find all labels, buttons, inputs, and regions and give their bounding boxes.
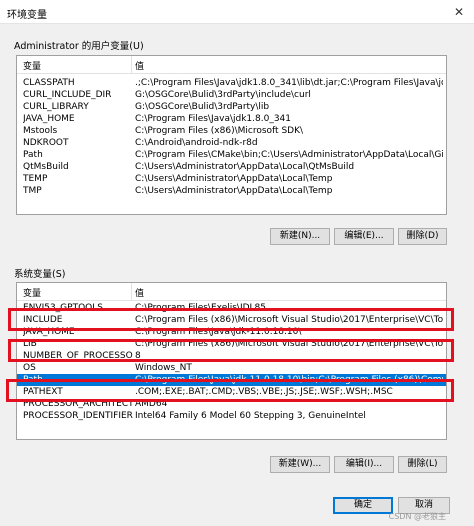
user-edit-button[interactable]: 编辑(E)... (334, 228, 394, 245)
watermark: CSDN @老狼主 (388, 512, 446, 521)
header-val[interactable]: 值 (135, 59, 144, 72)
close-icon[interactable]: ✕ (444, 0, 474, 24)
system-edit-button[interactable]: 编辑(I)... (334, 456, 394, 473)
table-row[interactable]: PROCESSOR_IDENTIFIER Intel64 Family 6 Mod… (17, 410, 446, 422)
user-new-button[interactable]: 新建(N)... (270, 228, 330, 245)
system-delete-button[interactable]: 删除(L) (398, 456, 447, 473)
header-val[interactable]: 值 (135, 286, 144, 299)
table-row[interactable]: CLASSPATH .;C:\Program Files\Java\jdk1.8.… (17, 77, 446, 89)
title-bar: 环境变量 ✕ (0, 0, 474, 24)
system-vars-header: 变量 值 (17, 283, 446, 301)
table-row[interactable]: Mstools C:\Program Files (x86)\Microsoft … (17, 125, 446, 137)
user-vars-label: Administrator 的用户变量(U) (14, 41, 144, 52)
window-title: 环境变量 (7, 10, 47, 21)
table-row[interactable]: JAVA_HOME C:\Program Files\Java\jdk-11.0.… (17, 326, 446, 338)
user-delete-button[interactable]: 删除(D) (398, 228, 447, 245)
table-row-selected[interactable]: Path C:\Program Files\Java\jdk-11.0.18.10… (17, 374, 446, 386)
table-row[interactable]: TMP C:\Users\Administrator\AppData\Local\… (17, 185, 446, 197)
user-vars-header: 变量 值 (17, 56, 446, 74)
table-row[interactable]: NDKROOT C:\Android\android-ndk-r8d (17, 137, 446, 149)
table-row[interactable]: OS Windows_NT (17, 362, 446, 374)
table-row[interactable]: ENVI53_GPTOOLS C:\Program Files\Exelis\ID… (17, 302, 446, 314)
system-vars-label: 系统变量(S) (14, 269, 66, 280)
header-var[interactable]: 变量 (23, 286, 41, 299)
ok-button[interactable]: 确定 (333, 497, 393, 514)
table-row[interactable]: NUMBER_OF_PROCESSORS 8 (17, 350, 446, 362)
table-row[interactable]: CURL_INCLUDE_DIR G:\OSGCore\Bulid\3rdPart… (17, 89, 446, 101)
table-row[interactable]: LIB C:\Program Files (x86)\Microsoft Visu… (17, 338, 446, 350)
table-row[interactable]: TEMP C:\Users\Administrator\AppData\Local… (17, 173, 446, 185)
table-row[interactable]: PROCESSOR_ARCHITECT... AMD64 (17, 398, 446, 410)
table-row[interactable]: QtMsBuild C:\Users\Administrator\AppData\… (17, 161, 446, 173)
table-row[interactable]: Path C:\Program Files\CMake\bin;C:\Users\… (17, 149, 446, 161)
table-row[interactable]: INCLUDE C:\Program Files (x86)\Microsoft … (17, 314, 446, 326)
system-vars-list[interactable]: 变量 值 ENVI53_GPTOOLS C:\Program Files\Exel… (16, 282, 447, 440)
user-vars-list[interactable]: 变量 值 CLASSPATH .;C:\Program Files\Java\jd… (16, 55, 447, 215)
table-row[interactable]: CURL_LIBRARY G:\OSGCore\Bulid\3rdParty\li… (17, 101, 446, 113)
system-new-button[interactable]: 新建(W)... (270, 456, 330, 473)
header-var[interactable]: 变量 (23, 59, 41, 72)
table-row[interactable]: JAVA_HOME C:\Program Files\Java\jdk1.8.0_… (17, 113, 446, 125)
table-row[interactable]: PATHEXT .COM;.EXE;.BAT;.CMD;.VBS;.VBE;.JS… (17, 386, 446, 398)
